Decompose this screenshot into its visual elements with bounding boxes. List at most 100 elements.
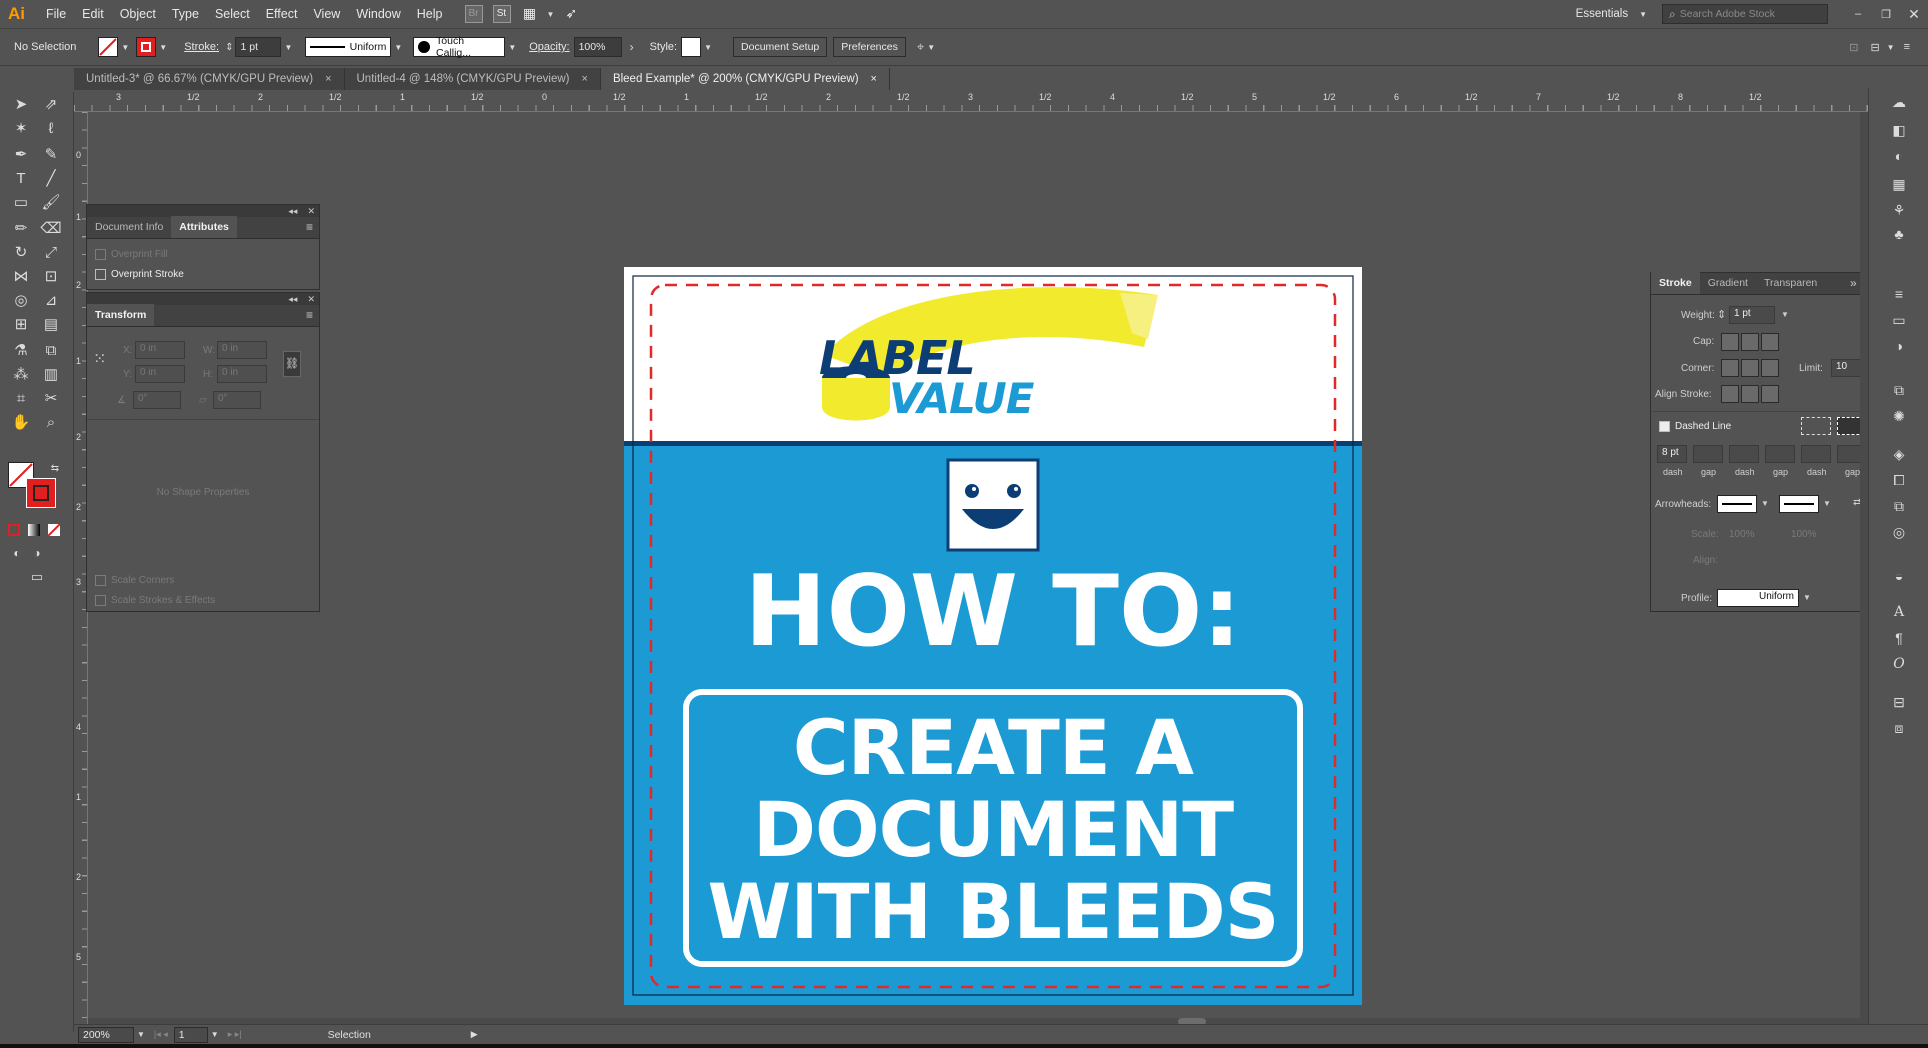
tab-untitled-4[interactable]: Untitled-4 @ 148% (CMYK/GPU Preview) × (344, 68, 601, 90)
chevron-down-icon[interactable]: ▼ (284, 43, 292, 52)
magic-wand-tool-icon[interactable]: ✶ (10, 118, 32, 140)
limit-field[interactable]: 10 (1831, 359, 1861, 377)
dash-field-1[interactable]: 8 pt (1657, 445, 1687, 463)
gradient-icon[interactable]: ▭ (1889, 310, 1909, 330)
menu-type[interactable]: Type (164, 0, 207, 28)
chevron-down-icon[interactable]: ▼ (508, 43, 516, 52)
miter-join-icon[interactable] (1721, 359, 1739, 377)
shear-field[interactable]: 0° (213, 391, 261, 409)
constrain-proportions-icon[interactable]: ⛓ (283, 351, 301, 377)
menu-view[interactable]: View (305, 0, 348, 28)
close-icon[interactable]: ✕ (307, 206, 315, 217)
chevron-down-icon[interactable]: ▼ (704, 43, 712, 52)
symbols-icon[interactable]: ♣ (1889, 224, 1909, 244)
chevron-right-icon[interactable]: › (630, 40, 634, 54)
gap-field-2[interactable] (1765, 445, 1795, 463)
chevron-down-icon[interactable]: ▼ (394, 43, 402, 52)
arrange-documents-icon[interactable]: ▦ (521, 5, 539, 23)
scale-tool-icon[interactable]: ⤢ (40, 242, 62, 264)
direct-selection-tool-icon[interactable]: ⇗ (40, 94, 62, 116)
align-inside-icon[interactable] (1741, 385, 1759, 403)
angle-field[interactable]: 0° (133, 391, 181, 409)
control-menu-icon[interactable]: ≡ (1904, 41, 1910, 53)
screen-mode-icon[interactable]: ▭ (26, 566, 48, 588)
align-outside-icon[interactable] (1761, 385, 1779, 403)
align-icon[interactable]: ⊟ (1870, 41, 1879, 54)
stock-icon[interactable]: St (492, 5, 511, 23)
pen-tool-icon[interactable]: ✒ (10, 144, 32, 166)
workspace-switcher[interactable]: Essentials (1568, 0, 1636, 28)
gradient-mode-icon[interactable] (28, 524, 40, 536)
stroke-weight-field[interactable]: 1 pt (235, 37, 282, 57)
properties-icon[interactable]: ◧ (1889, 120, 1909, 140)
rotate-tool-icon[interactable]: ↻ (10, 242, 32, 264)
round-cap-icon[interactable] (1741, 333, 1759, 351)
reference-point-icon[interactable]: ⁙ (93, 349, 113, 369)
weight-field[interactable]: 1 pt (1729, 306, 1775, 324)
artboards-icon[interactable]: ⧠ (1889, 470, 1909, 490)
links-icon[interactable]: ⧉ (1889, 496, 1909, 516)
chevron-down-icon[interactable]: ▼ (1823, 499, 1831, 508)
overprint-fill-checkbox[interactable] (95, 249, 106, 260)
chevron-down-icon[interactable]: ▼ (1639, 10, 1647, 19)
paintbrush-tool-icon[interactable]: 🖌 (40, 192, 62, 214)
gpu-rocket-icon[interactable]: ➶ (562, 5, 580, 23)
x-field[interactable]: 0 in (135, 341, 185, 359)
profile-select[interactable]: Uniform (1717, 589, 1799, 607)
panel-menu-icon[interactable]: ≡ (306, 304, 313, 326)
tab-untitled-3[interactable]: Untitled-3* @ 66.67% (CMYK/GPU Preview) × (74, 68, 345, 90)
tab-gradient[interactable]: Gradient (1700, 272, 1756, 294)
collapse-icon[interactable]: ◂◂ (288, 206, 297, 217)
stroke-label[interactable]: Stroke: (184, 41, 219, 53)
chevron-down-icon[interactable]: ▼ (1781, 310, 1789, 319)
appearance-icon[interactable]: ⧉ (1889, 380, 1909, 400)
menu-edit[interactable]: Edit (74, 0, 112, 28)
chevron-down-icon[interactable]: ▼ (1887, 43, 1895, 52)
variable-width-profile[interactable]: Uniform (305, 37, 392, 57)
libraries-icon[interactable]: ☁ (1889, 92, 1909, 112)
swap-colors-icon[interactable]: ⇆ (44, 458, 66, 480)
opacity-field[interactable]: 100% (573, 37, 622, 57)
document-setup-button[interactable]: Document Setup (733, 37, 828, 57)
bevel-join-icon[interactable] (1761, 359, 1779, 377)
align-panel-icon[interactable]: ⊟ (1889, 692, 1909, 712)
align-center-icon[interactable] (1721, 385, 1739, 403)
stock-search-box[interactable]: ⌕ Search Adobe Stock (1662, 4, 1828, 24)
gradient-tool-icon[interactable]: ▤ (40, 314, 62, 336)
symbol-sprayer-tool-icon[interactable]: ⁂ (10, 364, 32, 386)
tab-document-info[interactable]: Document Info (87, 216, 171, 238)
artboard[interactable]: LABEL VALUE HOW TO: CREATE A DOCUMENT WI… (624, 267, 1362, 1005)
graphic-styles-icon[interactable]: ✺ (1889, 406, 1909, 426)
dashed-line-checkbox[interactable] (1659, 421, 1670, 432)
pathfinder-icon[interactable]: ⧈ (1889, 718, 1909, 738)
swatches-icon[interactable]: ▦ (1889, 174, 1909, 194)
chevron-down-icon[interactable]: ▼ (159, 43, 167, 52)
color-guide-icon[interactable]: ◐ (1889, 146, 1909, 166)
canvas[interactable]: LABEL VALUE HOW TO: CREATE A DOCUMENT WI… (88, 112, 1868, 1028)
fill-swatch[interactable] (98, 37, 119, 57)
gap-field-1[interactable] (1693, 445, 1723, 463)
scale-strokes-checkbox[interactable] (95, 595, 106, 606)
artboard-tool-icon[interactable]: ⌗ (10, 388, 32, 410)
type-tool-icon[interactable]: T (10, 168, 32, 190)
brushes-icon[interactable]: ⚘ (1889, 200, 1909, 220)
opentype-icon[interactable]: O (1889, 654, 1909, 674)
last-artboard-icon[interactable]: ▸ ▸| (228, 1029, 242, 1040)
tab-bleed-example[interactable]: Bleed Example* @ 200% (CMYK/GPU Preview)… (600, 68, 890, 90)
draw-normal-icon[interactable]: ◐ (6, 542, 28, 564)
collapse-icon[interactable]: ◂◂ (288, 294, 297, 305)
close-icon[interactable]: × (582, 73, 588, 85)
dash-field-2[interactable] (1729, 445, 1759, 463)
zoom-field[interactable]: 200% (78, 1026, 134, 1043)
slice-tool-icon[interactable]: ✂ (40, 388, 62, 410)
round-join-icon[interactable] (1741, 359, 1759, 377)
mesh-tool-icon[interactable]: ⊞ (10, 314, 32, 336)
shape-builder-tool-icon[interactable]: ◎ (10, 290, 32, 312)
artboard-number-field[interactable]: 1 (173, 1026, 208, 1043)
graphic-style-swatch[interactable] (681, 37, 702, 57)
chevron-down-icon[interactable]: ▼ (211, 1030, 219, 1039)
lasso-tool-icon[interactable]: ℓ (40, 118, 62, 140)
eyedropper-tool-icon[interactable]: ⚗ (10, 340, 32, 362)
chevron-down-icon[interactable]: ▼ (927, 43, 935, 52)
status-menu-icon[interactable]: ▶ (471, 1029, 478, 1040)
